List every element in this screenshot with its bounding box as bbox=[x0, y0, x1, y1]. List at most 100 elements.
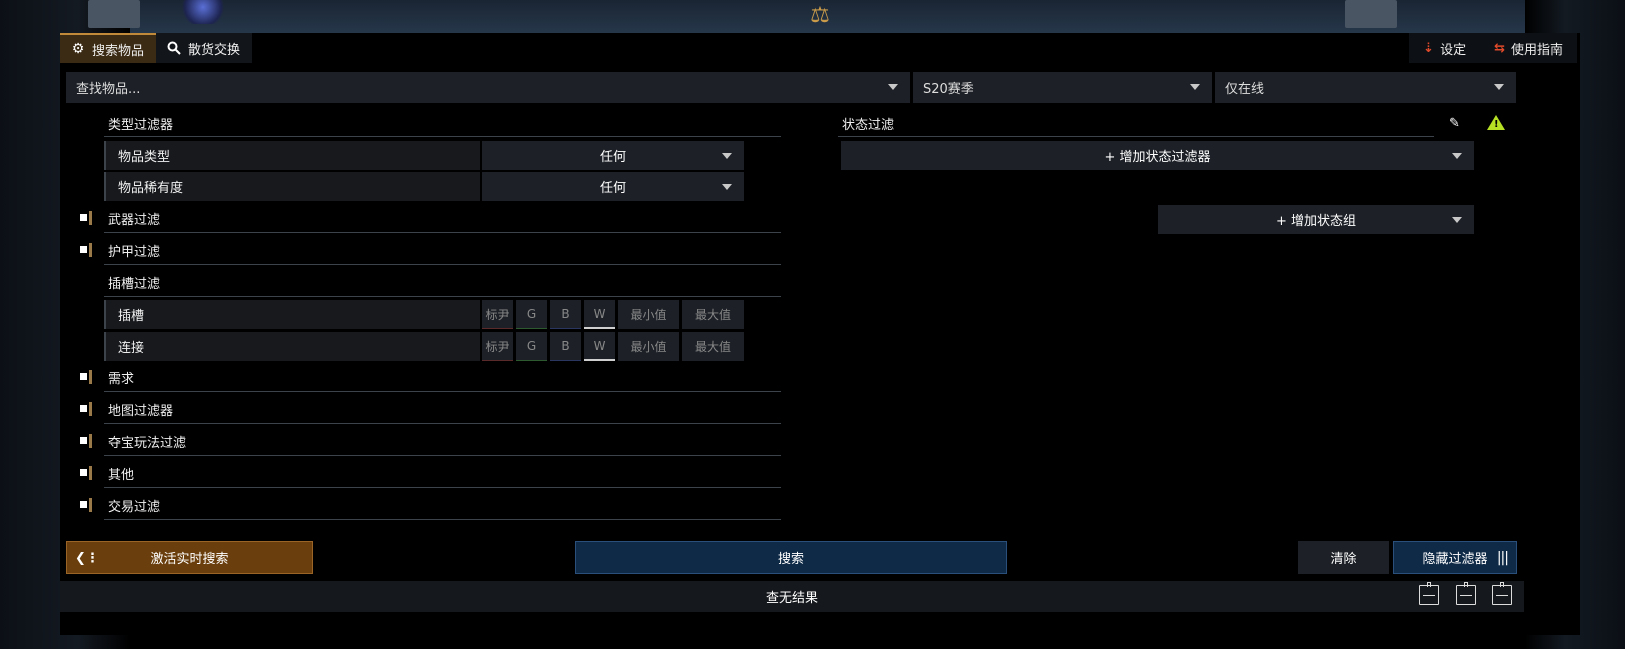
guide-button[interactable]: ⇆ 使用指南 bbox=[1480, 33, 1577, 63]
sockets-min-input[interactable]: 最小值 bbox=[618, 300, 679, 329]
requirements-filter-checkbox[interactable] bbox=[80, 370, 92, 384]
chevron-down-icon bbox=[1452, 217, 1462, 223]
chevron-down-icon bbox=[1452, 153, 1462, 159]
divider bbox=[104, 391, 781, 392]
placeholder: 最大值 bbox=[694, 308, 731, 322]
chevron-down-icon bbox=[888, 84, 898, 90]
add-stat-group-dropdown[interactable]: + 增加状态组 bbox=[1158, 205, 1474, 234]
placeholder: W bbox=[593, 338, 606, 353]
sockets-max-input[interactable]: 最大值 bbox=[682, 300, 744, 329]
list-view-icon[interactable] bbox=[1456, 582, 1476, 605]
misc-filter-title[interactable]: 其他 bbox=[108, 464, 134, 483]
chevron-down-icon bbox=[722, 184, 732, 190]
type-filters-title[interactable]: 类型过滤器 bbox=[108, 114, 173, 133]
item-rarity-dropdown[interactable]: 任何 bbox=[482, 172, 744, 201]
trade-filter-title[interactable]: 交易过滤 bbox=[108, 496, 160, 515]
weapon-filter-checkbox[interactable] bbox=[80, 211, 92, 225]
links-green-input[interactable]: G bbox=[516, 332, 547, 361]
item-search-placeholder: 查找物品... bbox=[76, 82, 141, 97]
banner-orb bbox=[178, 0, 228, 24]
grid-view-icon[interactable] bbox=[1492, 582, 1512, 605]
clear-label: 清除 bbox=[1330, 552, 1357, 567]
row-label-text: 插槽 bbox=[118, 309, 145, 324]
guide-label: 使用指南 bbox=[1510, 42, 1563, 58]
trade-filter-checkbox[interactable] bbox=[80, 498, 92, 512]
chevron-down-icon bbox=[1190, 84, 1200, 90]
hide-filters-button[interactable]: 隐藏过滤器 ||| bbox=[1393, 541, 1517, 574]
sockets-blue-input[interactable]: B bbox=[550, 300, 581, 329]
divider bbox=[104, 455, 781, 456]
item-search-input[interactable]: 查找物品... bbox=[66, 72, 910, 103]
scales-crest-icon: ⚖ bbox=[810, 2, 830, 28]
divider bbox=[104, 136, 781, 137]
stat-filters-title: 状态过滤 bbox=[842, 118, 895, 133]
placeholder: 标尹 bbox=[485, 339, 510, 354]
divider bbox=[104, 296, 781, 297]
league-value: S20赛季 bbox=[923, 82, 974, 97]
heist-filter-title[interactable]: 夺宝玩法过滤 bbox=[108, 432, 186, 451]
add-stat-group-label: + 增加状态组 bbox=[1275, 214, 1357, 229]
links-white-input[interactable]: W bbox=[584, 332, 615, 361]
settings-button[interactable]: ⇣ 设定 bbox=[1409, 33, 1480, 63]
divider bbox=[104, 264, 781, 265]
live-search-button[interactable]: ❮⋮ 激活实时搜索 bbox=[66, 541, 313, 574]
banner-pillar-right bbox=[1345, 0, 1397, 28]
results-footer: 查无结果 bbox=[60, 581, 1524, 612]
gear-icon: ⚙ bbox=[71, 41, 85, 57]
row-label-text: 物品稀有度 bbox=[118, 181, 184, 196]
add-stat-filter-label: + 增加状态过滤器 bbox=[1104, 150, 1211, 165]
dropdown-value: 任何 bbox=[599, 181, 626, 196]
row-label-text: 连接 bbox=[118, 341, 145, 356]
item-type-dropdown[interactable]: 任何 bbox=[482, 141, 744, 170]
chevron-down-icon bbox=[1494, 84, 1504, 90]
search-icon bbox=[166, 40, 182, 56]
row-label-text: 物品类型 bbox=[118, 150, 171, 165]
weapon-filter-title[interactable]: 武器过滤 bbox=[108, 209, 160, 228]
requirements-filter-title[interactable]: 需求 bbox=[108, 368, 134, 387]
armour-filter-checkbox[interactable] bbox=[80, 243, 92, 257]
live-search-label: 激活实时搜索 bbox=[150, 552, 229, 567]
placeholder: 最小值 bbox=[630, 340, 667, 354]
sockets-white-input[interactable]: W bbox=[584, 300, 615, 329]
sockets-label: 插槽 bbox=[104, 300, 480, 329]
placeholder: G bbox=[526, 307, 537, 321]
export-icon[interactable] bbox=[1419, 582, 1439, 605]
links-label: 连接 bbox=[104, 332, 480, 361]
clear-button[interactable]: 清除 bbox=[1298, 541, 1389, 574]
socket-filter-title[interactable]: 插槽过滤 bbox=[108, 273, 160, 292]
online-status-select[interactable]: 仅在线 bbox=[1215, 72, 1516, 103]
tab-label: 搜索物品 bbox=[92, 43, 145, 59]
links-max-input[interactable]: 最大值 bbox=[682, 332, 744, 361]
divider bbox=[104, 519, 781, 520]
placeholder: G bbox=[526, 339, 537, 353]
swap-icon: ⇆ bbox=[1494, 40, 1505, 56]
placeholder: B bbox=[561, 339, 570, 353]
armour-filter-title[interactable]: 护甲过滤 bbox=[108, 241, 160, 260]
map-filter-checkbox[interactable] bbox=[80, 402, 92, 416]
links-red-input[interactable]: 标尹 bbox=[482, 332, 513, 361]
league-select[interactable]: S20赛季 bbox=[913, 72, 1212, 103]
columns-icon: ||| bbox=[1496, 550, 1509, 566]
search-button[interactable]: 搜索 bbox=[575, 541, 1007, 574]
links-min-input[interactable]: 最小值 bbox=[618, 332, 679, 361]
heist-filter-checkbox[interactable] bbox=[80, 434, 92, 448]
tab-bulk-exchange[interactable]: 散货交换 bbox=[156, 33, 253, 63]
item-type-label: 物品类型 bbox=[104, 141, 480, 170]
no-results-text: 查无结果 bbox=[765, 591, 818, 606]
placeholder: W bbox=[593, 306, 606, 321]
tab-search-items[interactable]: ⚙ 搜索物品 bbox=[60, 33, 157, 63]
edit-icon[interactable]: ✎ bbox=[1449, 116, 1463, 131]
placeholder: 最小值 bbox=[630, 308, 667, 322]
links-blue-input[interactable]: B bbox=[550, 332, 581, 361]
hide-filters-label: 隐藏过滤器 bbox=[1422, 552, 1488, 567]
settings-label: 设定 bbox=[1440, 42, 1467, 58]
sockets-red-input[interactable]: 标尹 bbox=[482, 300, 513, 329]
map-filter-title[interactable]: 地图过滤器 bbox=[108, 400, 173, 419]
chevron-down-icon bbox=[722, 153, 732, 159]
top-right-menu: ⇣ 设定 ⇆ 使用指南 bbox=[1409, 33, 1577, 63]
sockets-green-input[interactable]: G bbox=[516, 300, 547, 329]
divider bbox=[104, 423, 781, 424]
add-stat-filter-dropdown[interactable]: + 增加状态过滤器 bbox=[841, 141, 1474, 170]
online-status-value: 仅在线 bbox=[1225, 82, 1265, 97]
misc-filter-checkbox[interactable] bbox=[80, 466, 92, 480]
